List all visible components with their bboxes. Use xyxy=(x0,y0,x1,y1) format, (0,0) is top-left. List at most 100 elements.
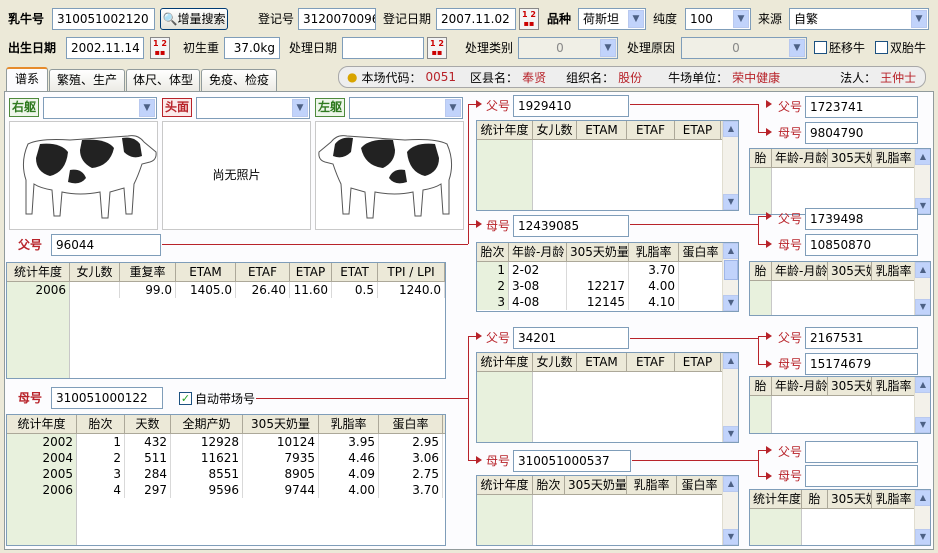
chevron-down-icon: ▼ xyxy=(628,10,644,28)
vertical-scrollbar[interactable]: ▲ ▼ xyxy=(914,262,930,315)
gg-lactation-table[interactable]: 统计年度胎305天奶乳脂率 ▲▼ xyxy=(749,489,931,546)
chevron-up-icon[interactable]: ▲ xyxy=(723,121,738,137)
table-row[interactable]: 2002 1 432 12928 10124 3.95 2.95 xyxy=(7,434,445,450)
mat-grandsire-input[interactable]: 34201 xyxy=(513,327,629,349)
gg-dam-input[interactable]: 9804790 xyxy=(805,122,918,144)
vertical-scrollbar[interactable]: ▲ ▼ xyxy=(722,243,738,311)
sire-eval-table[interactable]: 统计年度 女儿数 重复率 ETAM ETAF ETAP ETAT TPI / L… xyxy=(6,262,446,379)
chevron-down-icon: ▼ xyxy=(292,99,308,117)
gg-dam-input[interactable] xyxy=(805,465,918,487)
table-row[interactable]: 2005 3 284 8551 8905 4.09 2.75 xyxy=(7,466,445,482)
chevron-up-icon[interactable]: ▲ xyxy=(723,243,738,259)
tab-immunization[interactable]: 免疫、检疫 xyxy=(201,69,277,91)
handle-date-input[interactable] xyxy=(342,37,424,59)
table-row[interactable]: 3 4-08 12145 4.10 xyxy=(477,294,738,310)
right-photo-select[interactable]: ▼ xyxy=(43,97,157,119)
arrow-right-icon xyxy=(766,472,772,480)
gg-sire-input[interactable]: 1739498 xyxy=(805,208,918,230)
mat-grandsire-table[interactable]: 统计年度 女儿数 ETAM ETAF ETAP ▲ ▼ xyxy=(476,352,739,443)
left-body-photo[interactable] xyxy=(315,121,464,230)
purity-select[interactable]: 100 ▼ xyxy=(685,8,751,30)
gg-dam-input[interactable]: 10850870 xyxy=(805,234,918,256)
incremental-search-button[interactable]: 🔍增量搜索 xyxy=(160,8,228,30)
calendar-icon[interactable]: 1 2 ▪▪ xyxy=(427,37,447,59)
mat-grandsire-label: 父号 xyxy=(486,331,511,345)
farm-info-bar: ● 本场代码： 0051 区县名： 奉贤 组织名： 股份 牛场单位： 荣中健康 法人：王… xyxy=(338,66,926,88)
gg-sire-input[interactable] xyxy=(805,441,918,463)
embryo-label: 胚移牛 xyxy=(829,41,866,55)
vertical-scrollbar[interactable]: ▲ ▼ xyxy=(722,353,738,442)
pat-grandsire-input[interactable]: 1929410 xyxy=(513,95,629,117)
chevron-down-icon: ▼ xyxy=(139,99,155,117)
breed-select[interactable]: 荷斯坦 ▼ xyxy=(578,8,646,30)
pat-granddam-table[interactable]: 胎次 年龄-月龄 305天奶量 乳脂率 蛋白率 1 2-02 3.70 2 3-08 12… xyxy=(476,242,739,312)
chevron-down-icon[interactable]: ▼ xyxy=(723,529,738,545)
chevron-down-icon[interactable]: ▼ xyxy=(723,426,738,442)
right-body-photo[interactable] xyxy=(9,121,158,230)
pat-grandsire-table[interactable]: 统计年度 女儿数 ETAM ETAF ETAP ▲ ▼ xyxy=(476,120,739,211)
handle-reason-select[interactable]: 0 ▼ xyxy=(681,37,807,59)
chevron-up-icon[interactable]: ▲ xyxy=(915,149,930,165)
table-row[interactable]: 1 2-02 3.70 xyxy=(477,262,738,278)
vertical-scrollbar[interactable]: ▲ ▼ xyxy=(914,377,930,433)
vertical-scrollbar[interactable]: ▲ ▼ xyxy=(722,121,738,210)
dam-lactation-table[interactable]: 统计年度 胎次 天数 全期产奶 305天奶量 乳脂率 蛋白率 2002 1 432 1… xyxy=(6,414,446,546)
right-body-button[interactable]: 右躯 xyxy=(9,98,39,117)
gg-lactation-table[interactable]: 胎年龄-月龄305天奶乳脂率 ▲▼ xyxy=(749,148,931,215)
chevron-down-icon: ▼ xyxy=(600,39,616,57)
twin-checkbox[interactable] xyxy=(875,41,888,54)
table-row[interactable]: 2004 2 511 11621 7935 4.46 3.06 xyxy=(7,450,445,466)
left-photo-select[interactable]: ▼ xyxy=(349,97,463,119)
connector-line xyxy=(630,224,758,225)
gg-sire-input[interactable]: 1723741 xyxy=(805,96,918,118)
chevron-down-icon[interactable]: ▼ xyxy=(915,299,930,315)
cow-id-input[interactable]: 310051002120 xyxy=(52,8,155,30)
gg-sire-input[interactable]: 2167531 xyxy=(805,327,918,349)
table-row[interactable]: 2 3-08 12217 4.00 xyxy=(477,278,738,294)
calendar-icon[interactable]: 1 2 ▪▪ xyxy=(150,37,170,59)
sire-id-input[interactable]: 96044 xyxy=(51,234,161,256)
chevron-up-icon[interactable]: ▲ xyxy=(915,490,930,506)
source-select[interactable]: 自繁 ▼ xyxy=(789,8,929,30)
gg-sire-label: 父号 xyxy=(778,212,803,226)
reg-date-input[interactable]: 2007.11.02 xyxy=(436,8,516,30)
head-photo-select[interactable]: ▼ xyxy=(196,97,310,119)
chevron-down-icon[interactable]: ▼ xyxy=(723,295,738,311)
handle-type-label: 处理类别 xyxy=(465,41,514,55)
gg-dam-input[interactable]: 15174679 xyxy=(805,353,918,375)
connector-line xyxy=(162,244,468,245)
handle-type-select[interactable]: 0 ▼ xyxy=(518,37,618,59)
mat-granddam-input[interactable]: 310051000537 xyxy=(513,450,631,472)
tab-pedigree[interactable]: 谱系 xyxy=(6,67,48,92)
left-body-button[interactable]: 左躯 xyxy=(315,98,345,117)
vertical-scrollbar[interactable]: ▲ ▼ xyxy=(914,490,930,545)
reg-no-input[interactable]: 3120070096 xyxy=(298,8,376,30)
gg-lactation-table[interactable]: 胎年龄-月龄305天奶乳脂率 ▲▼ xyxy=(749,376,931,434)
chevron-up-icon[interactable]: ▲ xyxy=(723,476,738,492)
vertical-scrollbar[interactable]: ▲ ▼ xyxy=(722,476,738,545)
chevron-down-icon[interactable]: ▼ xyxy=(915,529,930,545)
reg-date-label: 登记日期 xyxy=(383,12,432,26)
head-photo-placeholder[interactable]: 尚无照片 xyxy=(162,121,311,230)
chevron-up-icon[interactable]: ▲ xyxy=(915,377,930,393)
mat-granddam-table[interactable]: 统计年度 胎次 305天奶量 乳脂率 蛋白率 ▲ ▼ xyxy=(476,475,739,546)
tab-breeding[interactable]: 繁殖、生产 xyxy=(49,69,125,91)
embryo-checkbox[interactable] xyxy=(814,41,827,54)
connector-line xyxy=(758,244,766,245)
vertical-scrollbar[interactable]: ▲ ▼ xyxy=(914,149,930,214)
birth-weight-input[interactable]: 37.0kg xyxy=(224,37,280,59)
gg-lactation-table[interactable]: 胎年龄-月龄305天奶乳脂率 ▲▼ xyxy=(749,261,931,316)
calendar-icon[interactable]: 1 2 ▪▪ xyxy=(519,8,539,30)
tab-body-size[interactable]: 体尺、体型 xyxy=(126,69,200,91)
birth-date-input[interactable]: 2002.11.14 xyxy=(66,37,144,59)
auto-farm-code-checkbox[interactable]: ✓ xyxy=(179,392,192,405)
table-row[interactable]: 2006 99.0 1405.0 26.40 11.60 0.5 1240.0 xyxy=(7,282,445,298)
pat-granddam-input[interactable]: 12439085 xyxy=(513,215,629,237)
head-button[interactable]: 头面 xyxy=(162,98,192,117)
table-row[interactable]: 2006 4 297 9596 9744 4.00 3.70 xyxy=(7,482,445,498)
dam-id-input[interactable]: 310051000122 xyxy=(51,387,163,409)
chevron-up-icon[interactable]: ▲ xyxy=(723,353,738,369)
chevron-up-icon[interactable]: ▲ xyxy=(915,262,930,278)
chevron-down-icon[interactable]: ▼ xyxy=(915,417,930,433)
chevron-down-icon[interactable]: ▼ xyxy=(723,194,738,210)
